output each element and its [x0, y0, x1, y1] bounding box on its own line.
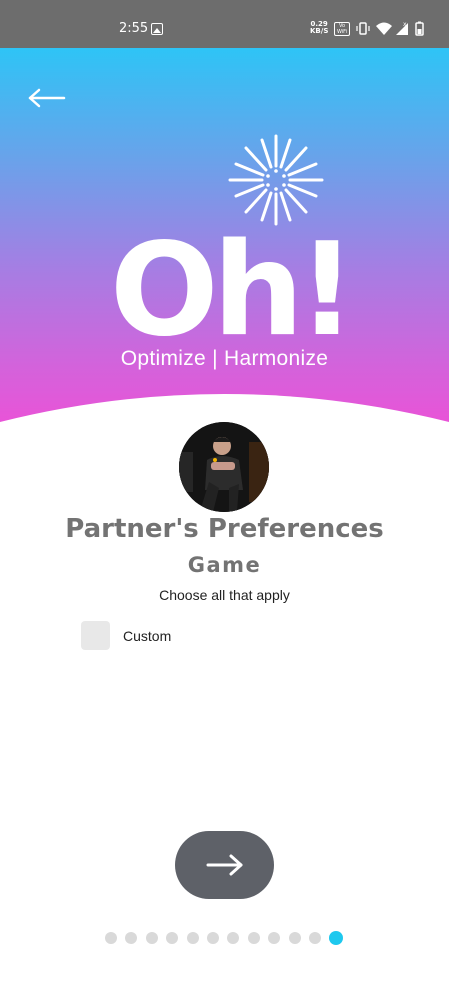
page-dot	[288, 932, 301, 944]
signal-icon: x	[396, 21, 408, 35]
arrow-left-icon	[28, 88, 66, 108]
page-title: Partner's Preferences	[65, 514, 384, 544]
page-dot	[166, 932, 179, 944]
tagline: Optimize | Harmonize	[120, 347, 329, 370]
logo-text: Oh!	[110, 216, 350, 352]
next-button[interactable]	[175, 831, 274, 899]
page-dot	[247, 932, 260, 944]
vibrate-icon	[356, 22, 370, 35]
page-dot	[186, 932, 199, 944]
status-icons: x	[356, 21, 424, 36]
page-dot	[207, 932, 219, 944]
logo: Oh!	[110, 216, 350, 352]
page-dot	[309, 932, 321, 944]
image-icon	[151, 23, 163, 35]
page-dot	[268, 932, 281, 944]
volte-bottom: WiFi	[336, 29, 348, 35]
svg-text:x: x	[403, 21, 407, 28]
avatar-image	[179, 422, 269, 512]
back-button[interactable]	[24, 84, 68, 112]
page-dot-active	[329, 931, 344, 945]
option-label: Custom	[123, 628, 172, 644]
option-checkbox[interactable]	[81, 621, 110, 650]
network-speed-unit: KB/S	[310, 27, 329, 35]
page-subtitle: Game	[187, 553, 262, 577]
network-speed: 0.29 KB/S	[310, 21, 328, 35]
avatar	[179, 422, 269, 512]
battery-icon	[415, 21, 424, 36]
arrow-right-icon	[206, 854, 243, 876]
page-dot	[145, 932, 158, 944]
status-time: 2:55	[119, 21, 149, 36]
page-dot	[227, 932, 240, 944]
page-dot	[125, 932, 138, 944]
status-bar: 2:55 0.29 KB/S Vo WiFi x	[0, 0, 449, 48]
page-dot	[105, 932, 117, 944]
instruction-text: Choose all that apply	[159, 587, 290, 603]
wifi-icon	[376, 22, 392, 35]
volte-icon: Vo WiFi	[334, 22, 350, 36]
